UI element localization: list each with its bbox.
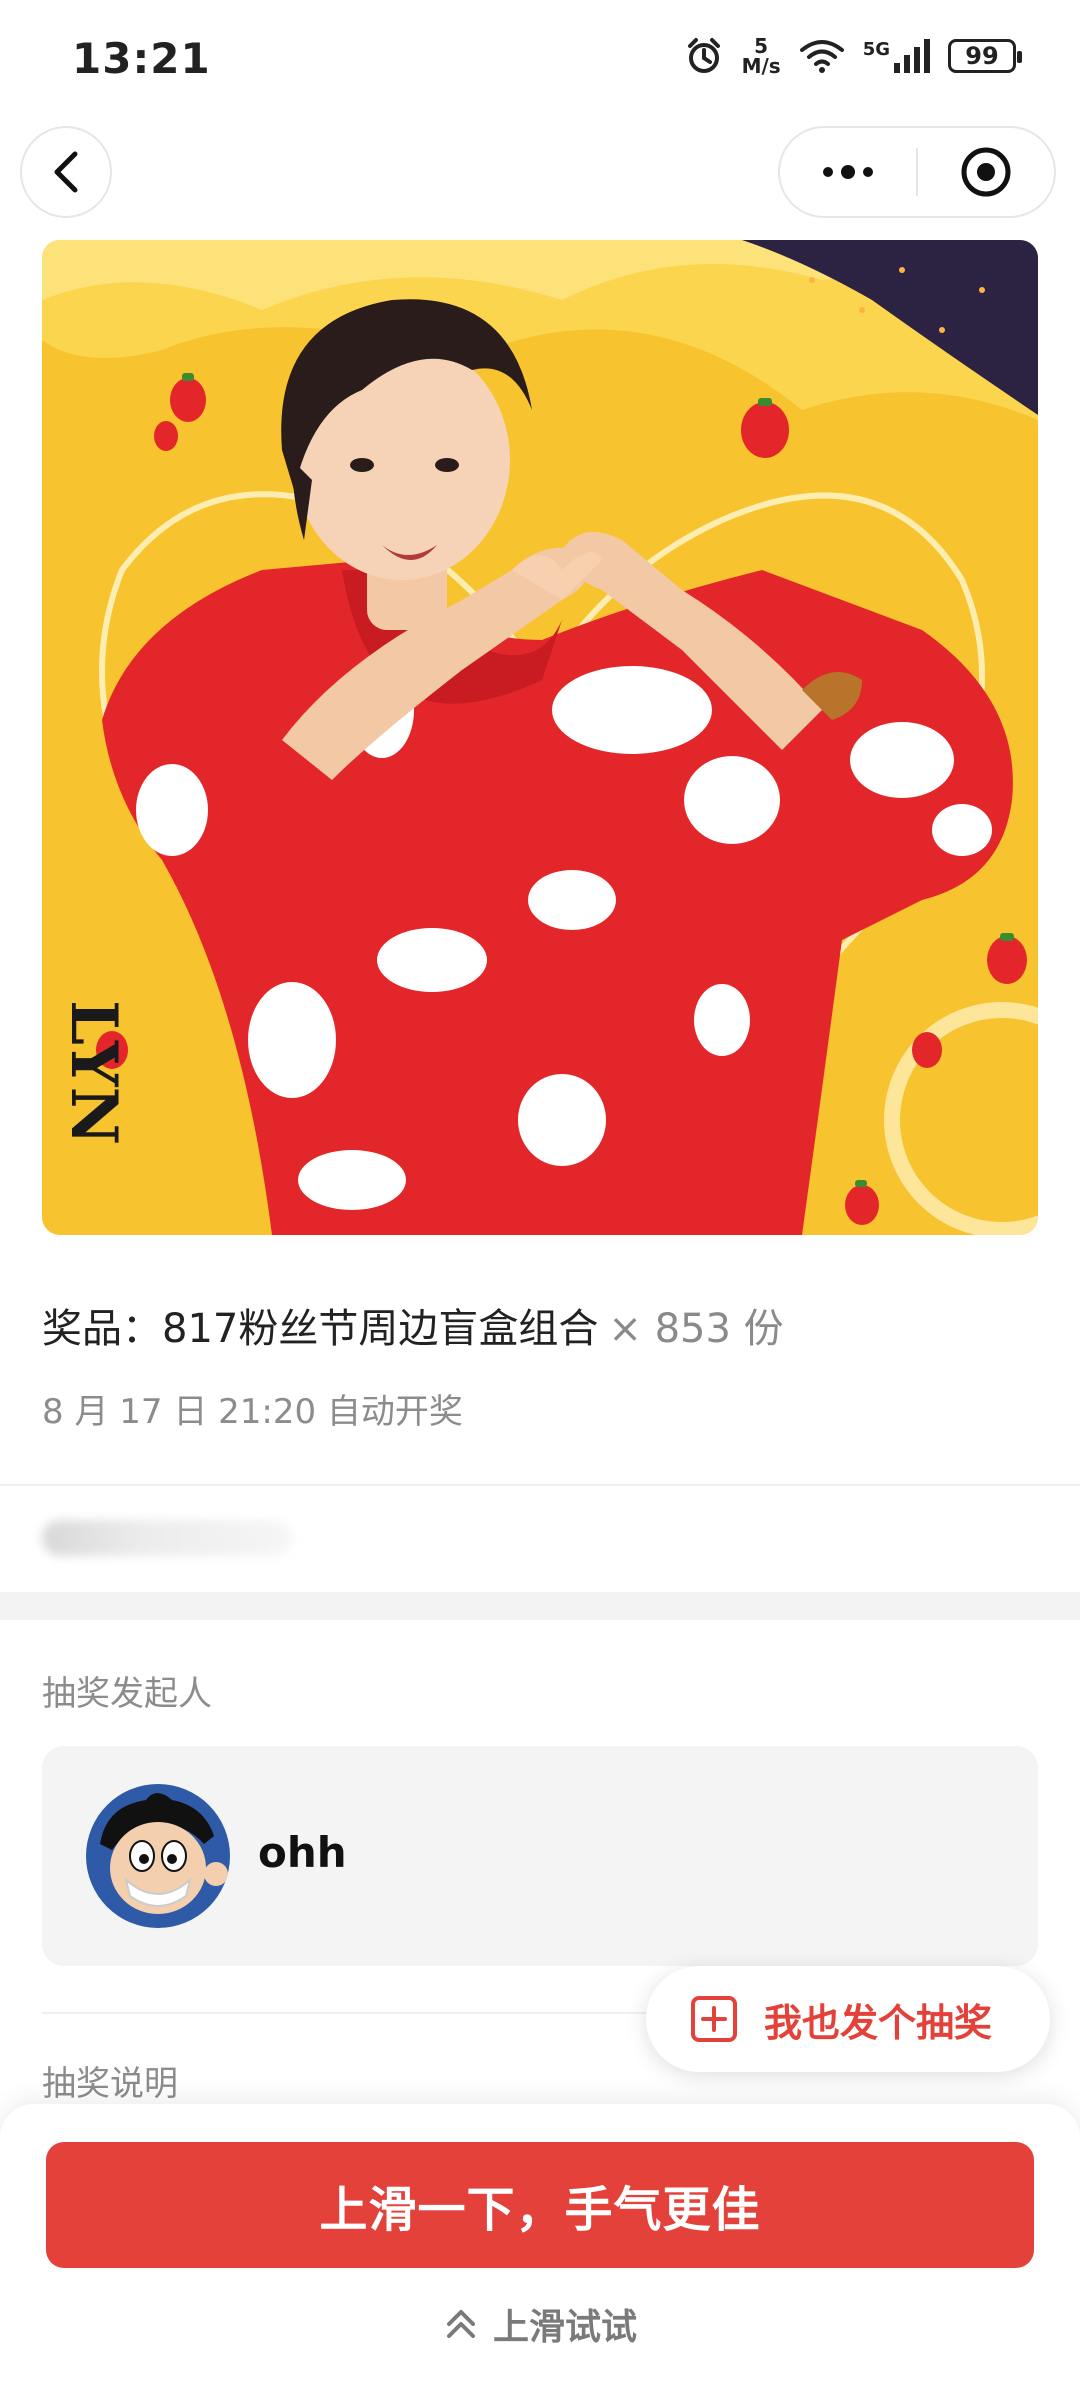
prize-label: 奖品：817粉丝节周边盲盒组合 (42, 1306, 599, 1352)
blurred-participants (42, 1520, 292, 1556)
swipe-hint[interactable]: 上滑试试 (0, 2298, 1080, 2350)
status-time: 13:21 (72, 34, 211, 83)
alarm-icon (687, 38, 720, 73)
back-button[interactable] (20, 126, 112, 218)
more-dots-icon (823, 165, 873, 179)
description-section-label: 抽奖说明 (42, 2064, 178, 2104)
organizer-name: ohh (258, 1828, 347, 1877)
swipe-hint-label: 上滑试试 (492, 2307, 637, 2348)
create-lottery-label: 我也发个抽奖 (764, 2000, 993, 2045)
double-chevron-up-icon (446, 2310, 475, 2338)
bottom-sheet: 上滑一下，手气更佳 上滑试试 (0, 2104, 1080, 2382)
organizer-section-label: 抽奖发起人 (42, 1674, 212, 1714)
mini-program-capsule (778, 126, 1056, 218)
organizer-card[interactable]: ohh (42, 1746, 1038, 1966)
prize-image[interactable]: LYN (42, 240, 1038, 1235)
wifi-icon (799, 40, 844, 73)
chevron-left-icon (54, 151, 78, 193)
net-speed: 5 M/s (741, 34, 781, 78)
target-circle-icon (961, 147, 1011, 197)
section-separator (0, 1592, 1080, 1620)
prize-title: 奖品：817粉丝节周边盲盒组合 × 853 份 (42, 1296, 784, 1354)
swipe-up-cta-button[interactable]: 上滑一下，手气更佳 (46, 2142, 1034, 2268)
battery-icon: 99 (948, 39, 1022, 73)
divider (0, 1484, 1080, 1486)
plus-square-icon (691, 1996, 737, 2042)
more-button[interactable] (780, 128, 916, 216)
hero-caption: LYN (56, 1000, 131, 1145)
status-bar: 13:21 5 M/s 5G 99 (0, 0, 1080, 120)
signal-icon: 5G (863, 39, 930, 73)
create-lottery-button[interactable]: 我也发个抽奖 (646, 1966, 1050, 2072)
status-icons: 5 M/s 5G 99 (684, 34, 1022, 78)
prize-count: × 853 份 (608, 1306, 784, 1352)
avatar (86, 1784, 230, 1928)
close-button[interactable] (918, 128, 1054, 216)
draw-time: 8 月 17 日 21:20 自动开奖 (42, 1392, 463, 1432)
